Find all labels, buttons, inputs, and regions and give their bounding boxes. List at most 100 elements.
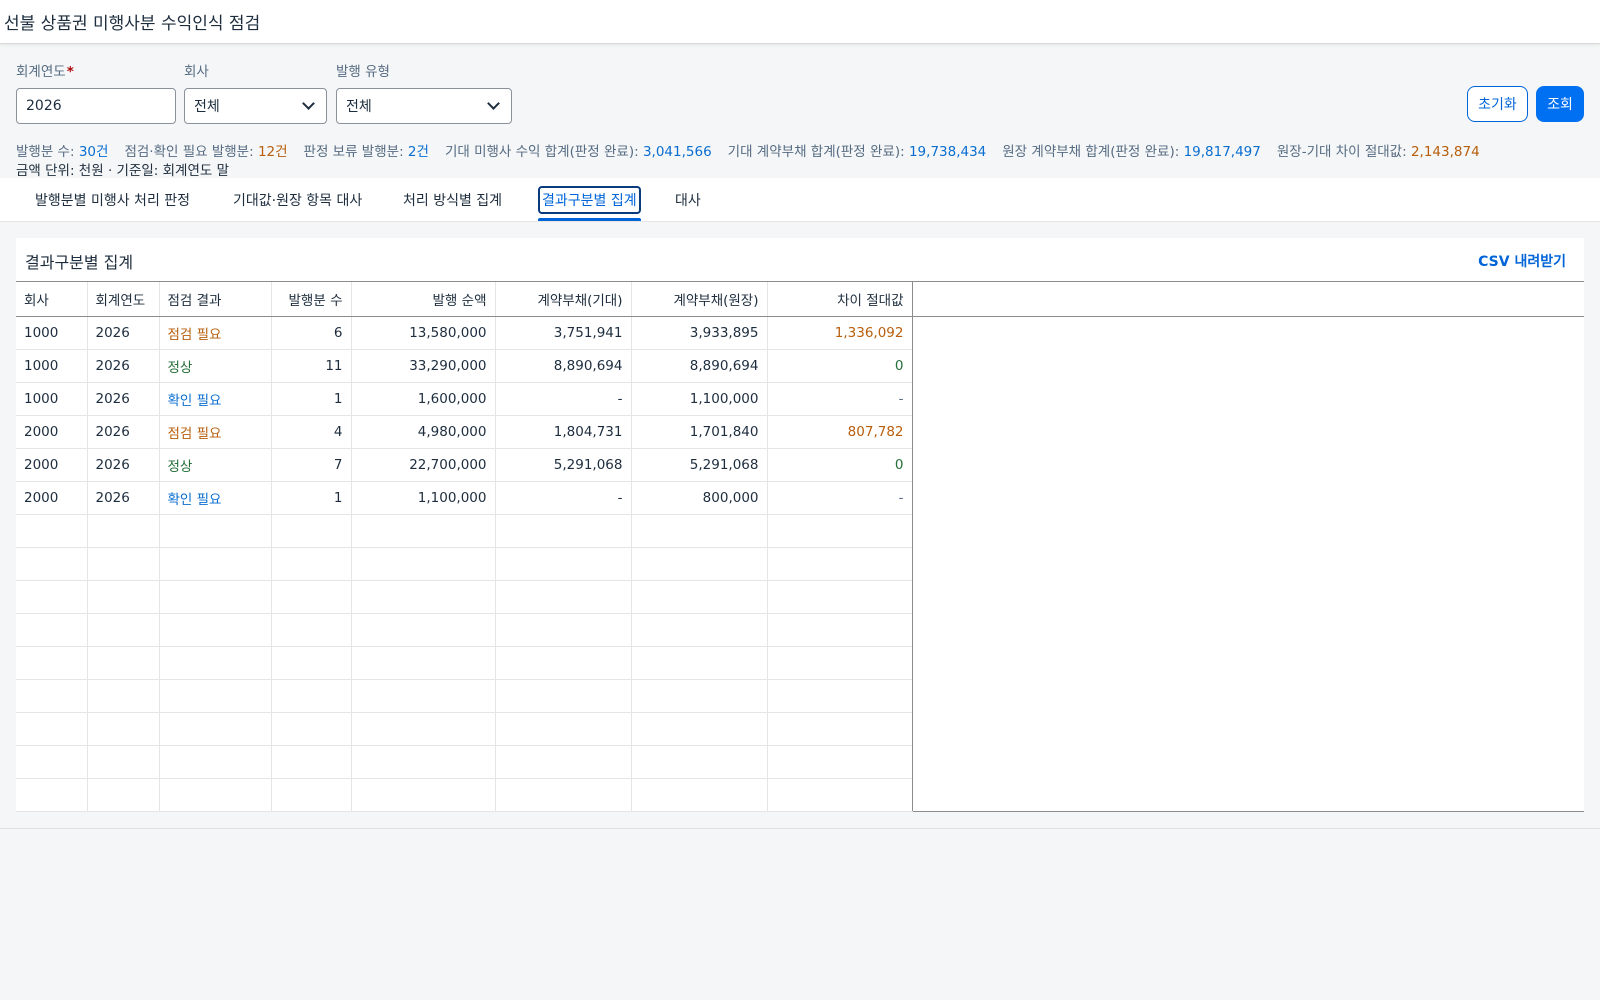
cell-result: 확인 필요	[159, 481, 272, 515]
cell-expected: -	[495, 481, 632, 515]
cell-year: 2026	[87, 349, 160, 383]
reset-button[interactable]: 초기화	[1467, 86, 1528, 122]
search-button[interactable]: 조회	[1536, 86, 1584, 122]
tab-label: 기대값·원장 항목 대사	[233, 192, 363, 209]
column-header[interactable]: 점검 결과	[159, 282, 272, 317]
tab-label: 처리 방식별 집계	[403, 192, 503, 209]
tab-3[interactable]: 처리 방식별 집계	[403, 178, 502, 221]
empty-cell	[16, 613, 88, 647]
empty-cell	[87, 778, 160, 812]
issue-type-label: 발행 유형	[336, 64, 390, 80]
empty-cell	[495, 712, 632, 746]
cell-net: 33,290,000	[351, 349, 496, 383]
empty-row	[16, 679, 913, 713]
cell-expected: -	[495, 382, 632, 416]
empty-cell	[271, 745, 352, 779]
empty-cell	[495, 613, 632, 647]
tab-5[interactable]: 대사	[675, 178, 701, 221]
kpi-item: 기대 미행사 수익 합계(판정 완료): 3,041,566	[445, 144, 712, 160]
kpi-item: 발행분 수: 30건	[16, 144, 108, 160]
empty-cell	[495, 547, 632, 581]
result-summary-panel: 결과구분별 집계 CSV 내려받기 회사 회계연도 점검 결과 발행분 수 발행 순액 계…	[16, 238, 1584, 812]
empty-cell	[351, 712, 496, 746]
column-header[interactable]: 회계연도	[87, 282, 160, 317]
cell-diff: 0	[767, 448, 913, 482]
fiscal-year-input[interactable]: 2026	[16, 88, 176, 124]
column-header[interactable]: 계약부채(원장)	[631, 282, 768, 317]
cell-count: 4	[271, 415, 352, 449]
tab-label: 발행분별 미행사 처리 판정	[35, 192, 191, 209]
cell-count: 6	[271, 316, 352, 350]
tab-label: 대사	[675, 192, 701, 209]
kpi-label: 발행분 수:	[16, 144, 75, 160]
column-header[interactable]: 발행분 수	[271, 282, 352, 317]
empty-cell	[87, 646, 160, 680]
cell-company: 2000	[16, 448, 88, 482]
empty-cell	[159, 514, 272, 548]
table-row[interactable]: 2000 2026 확인 필요 1 1,100,000-800,000-	[16, 481, 913, 515]
cell-company: 1000	[16, 382, 88, 416]
empty-cell	[16, 778, 88, 812]
cell-diff: -	[767, 382, 913, 416]
tab-2[interactable]: 기대값·원장 항목 대사	[233, 178, 362, 221]
empty-row	[16, 778, 913, 812]
kpi-value: 2건	[407, 144, 429, 160]
empty-cell	[271, 580, 352, 614]
kpi-label: 판정 보류 발행분:	[303, 144, 404, 160]
footer-divider	[0, 828, 1600, 829]
empty-cell	[271, 679, 352, 713]
empty-cell	[16, 547, 88, 581]
cell-net: 1,600,000	[351, 382, 496, 416]
cell-company: 2000	[16, 415, 88, 449]
tab-4[interactable]: 결과구분별 집계	[538, 178, 641, 221]
table-row[interactable]: 2000 2026 정상 7 22,700,000 5,291,068 5,291,068 0	[16, 448, 913, 482]
empty-cell	[271, 778, 352, 812]
issue-type-select[interactable]: 전체	[336, 88, 512, 124]
empty-cell	[16, 679, 88, 713]
empty-cell	[271, 712, 352, 746]
empty-cell	[87, 712, 160, 746]
kpi-item: 판정 보류 발행분: 2건	[304, 144, 429, 160]
cell-result: 점검 필요	[159, 316, 272, 350]
cell-result: 확인 필요	[159, 382, 272, 416]
empty-row	[16, 613, 913, 647]
cell-ledger: 8,890,694	[631, 349, 768, 383]
company-field: 회사 전체	[184, 60, 327, 124]
empty-cell	[495, 745, 632, 779]
column-header[interactable]: 발행 순액	[351, 282, 496, 317]
tab-1[interactable]: 발행분별 미행사 처리 판정	[35, 178, 190, 221]
column-header[interactable]: 계약부채(기대)	[495, 282, 632, 317]
cell-year: 2026	[87, 415, 160, 449]
empty-cell	[631, 547, 768, 581]
company-select[interactable]: 전체	[184, 88, 327, 124]
empty-cell	[495, 778, 632, 812]
empty-cell	[495, 514, 632, 548]
cell-net: 1,100,000	[351, 481, 496, 515]
summary-grid: 회사 회계연도 점검 결과 발행분 수 발행 순액 계약부채(기대) 계약부채(원장) 차이 …	[16, 281, 1584, 812]
table-row[interactable]: 2000 2026 점검 필요 4 4,980,000 1,804,731 1,701,84…	[16, 415, 913, 449]
empty-cell	[351, 679, 496, 713]
cell-expected: 5,291,068	[495, 448, 632, 482]
column-header[interactable]: 차이 절대값	[767, 282, 913, 317]
fiscal-year-label: 회계연도*	[16, 64, 74, 80]
column-header[interactable]: 회사	[16, 282, 88, 317]
empty-cell	[351, 646, 496, 680]
cell-ledger: 3,933,895	[631, 316, 768, 350]
empty-cell	[631, 778, 768, 812]
kpi-value: 19,817,497	[1183, 144, 1261, 160]
cell-count: 1	[271, 382, 352, 416]
kpi-value: 3,041,566	[642, 144, 712, 160]
required-mark: *	[66, 64, 74, 80]
csv-download-button[interactable]: CSV 내려받기	[1478, 251, 1566, 271]
shell-bar: 선불 상품권 미행사분 수익인식 점검	[0, 0, 1600, 44]
table-row[interactable]: 1000 2026 정상 11 33,290,000 8,890,694 8,890,694…	[16, 349, 913, 383]
empty-cell	[159, 712, 272, 746]
cell-result: 정상	[159, 448, 272, 482]
empty-cell	[767, 514, 913, 548]
table-row[interactable]: 1000 2026 확인 필요 1 1,600,000-1,100,000-	[16, 382, 913, 416]
empty-cell	[271, 514, 352, 548]
empty-cell	[16, 712, 88, 746]
summary-table: 회사 회계연도 점검 결과 발행분 수 발행 순액 계약부채(기대) 계약부채(원장) 차이 …	[16, 282, 913, 812]
cell-year: 2026	[87, 481, 160, 515]
table-row[interactable]: 1000 2026 점검 필요 6 13,580,000 3,751,941 3,933,8…	[16, 316, 913, 350]
